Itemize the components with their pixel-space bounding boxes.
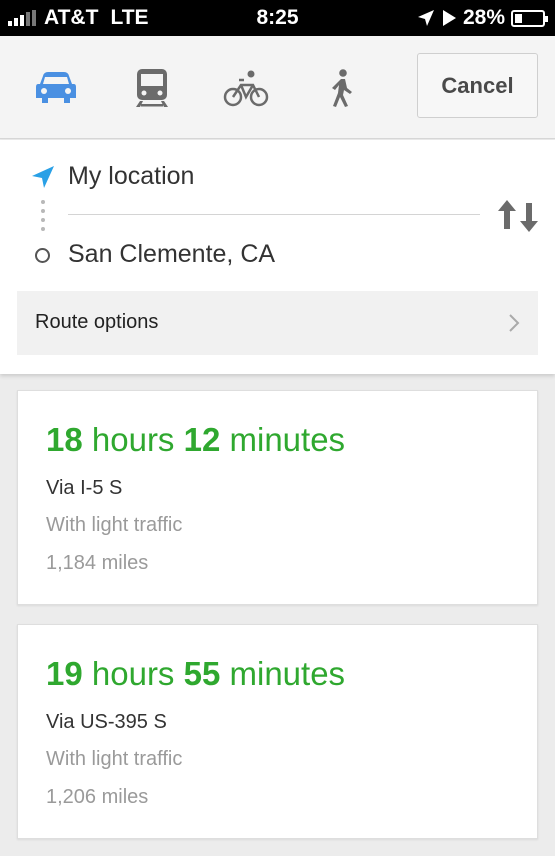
status-bar: AT&T LTE 8:25 28% [0,0,555,36]
swap-button[interactable] [496,198,540,234]
mode-cycling-button[interactable] [222,64,270,112]
route-options-label: Route options [35,311,159,333]
route-duration: 18 hours 12 minutes [46,421,346,458]
field-divider [68,214,480,215]
route-options-button[interactable]: Route options [17,291,538,355]
mode-transit-button[interactable] [128,64,176,112]
chevron-right-icon [509,314,520,332]
route-via: Via US-395 S [46,711,167,733]
travel-mode-bar: Cancel [0,36,555,139]
play-icon [442,10,456,26]
car-icon [36,72,76,103]
destination-field[interactable]: San Clemente, CA [68,240,275,269]
route-distance: 1,206 miles [46,786,149,808]
bicycle-icon [223,70,269,107]
route-duration: 19 hours 55 minutes [46,655,346,692]
swap-arrows-icon [498,200,538,232]
mode-driving-button[interactable] [32,64,80,112]
route-traffic: With light traffic [46,748,183,770]
route-connector-dots [41,200,45,236]
battery-percent: 28% [462,6,505,29]
route-via: Via I-5 S [46,477,123,499]
origin-field[interactable]: My location [68,162,194,191]
cancel-button[interactable]: Cancel [417,53,538,118]
mode-walking-button[interactable] [318,64,366,112]
route-traffic: With light traffic [46,514,183,536]
route-input-panel: My location San Clemente, CA Route optio… [0,140,555,374]
destination-circle-icon [35,248,50,263]
battery-icon [511,9,548,27]
route-card-2[interactable]: 19 hours 55 minutes Via US-395 S With li… [17,624,538,839]
walking-icon [332,69,352,107]
route-distance: 1,184 miles [46,552,149,574]
location-services-icon [417,10,434,26]
route-card-1[interactable]: 18 hours 12 minutes Via I-5 S With light… [17,390,538,605]
train-icon [136,69,168,107]
location-arrow-icon [32,166,54,188]
